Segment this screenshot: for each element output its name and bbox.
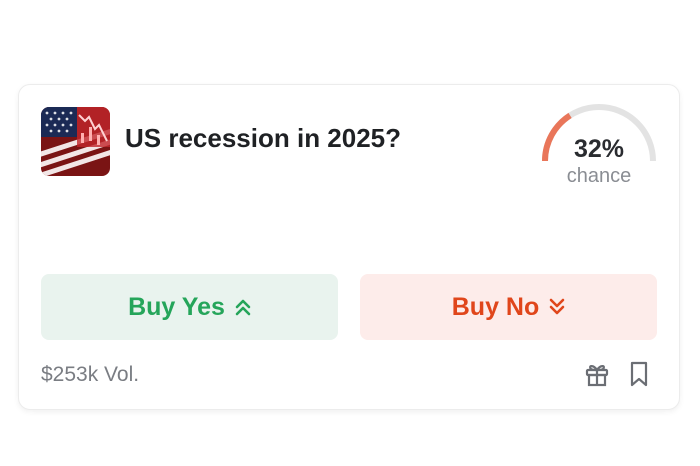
market-title[interactable]: US recession in 2025?: [125, 123, 401, 154]
market-thumbnail-image: [41, 107, 110, 176]
buy-yes-button[interactable]: Buy Yes: [41, 274, 338, 340]
buy-no-button[interactable]: Buy No: [360, 274, 657, 340]
double-chevron-down-icon: [549, 298, 565, 316]
gift-icon[interactable]: [581, 357, 613, 391]
buy-yes-label: Buy Yes: [128, 292, 225, 321]
chance-label: chance: [566, 165, 632, 187]
double-chevron-up-icon: [235, 298, 251, 316]
bookmark-icon[interactable]: [623, 357, 655, 391]
volume-text: $253k Vol.: [41, 363, 140, 386]
chance-percentage: 32%: [573, 135, 625, 163]
chance-gauge: 32% chance: [537, 99, 661, 191]
market-card[interactable]: US recession in 2025? 32% chance Buy Yes…: [18, 84, 680, 410]
buy-no-label: Buy No: [451, 292, 540, 321]
